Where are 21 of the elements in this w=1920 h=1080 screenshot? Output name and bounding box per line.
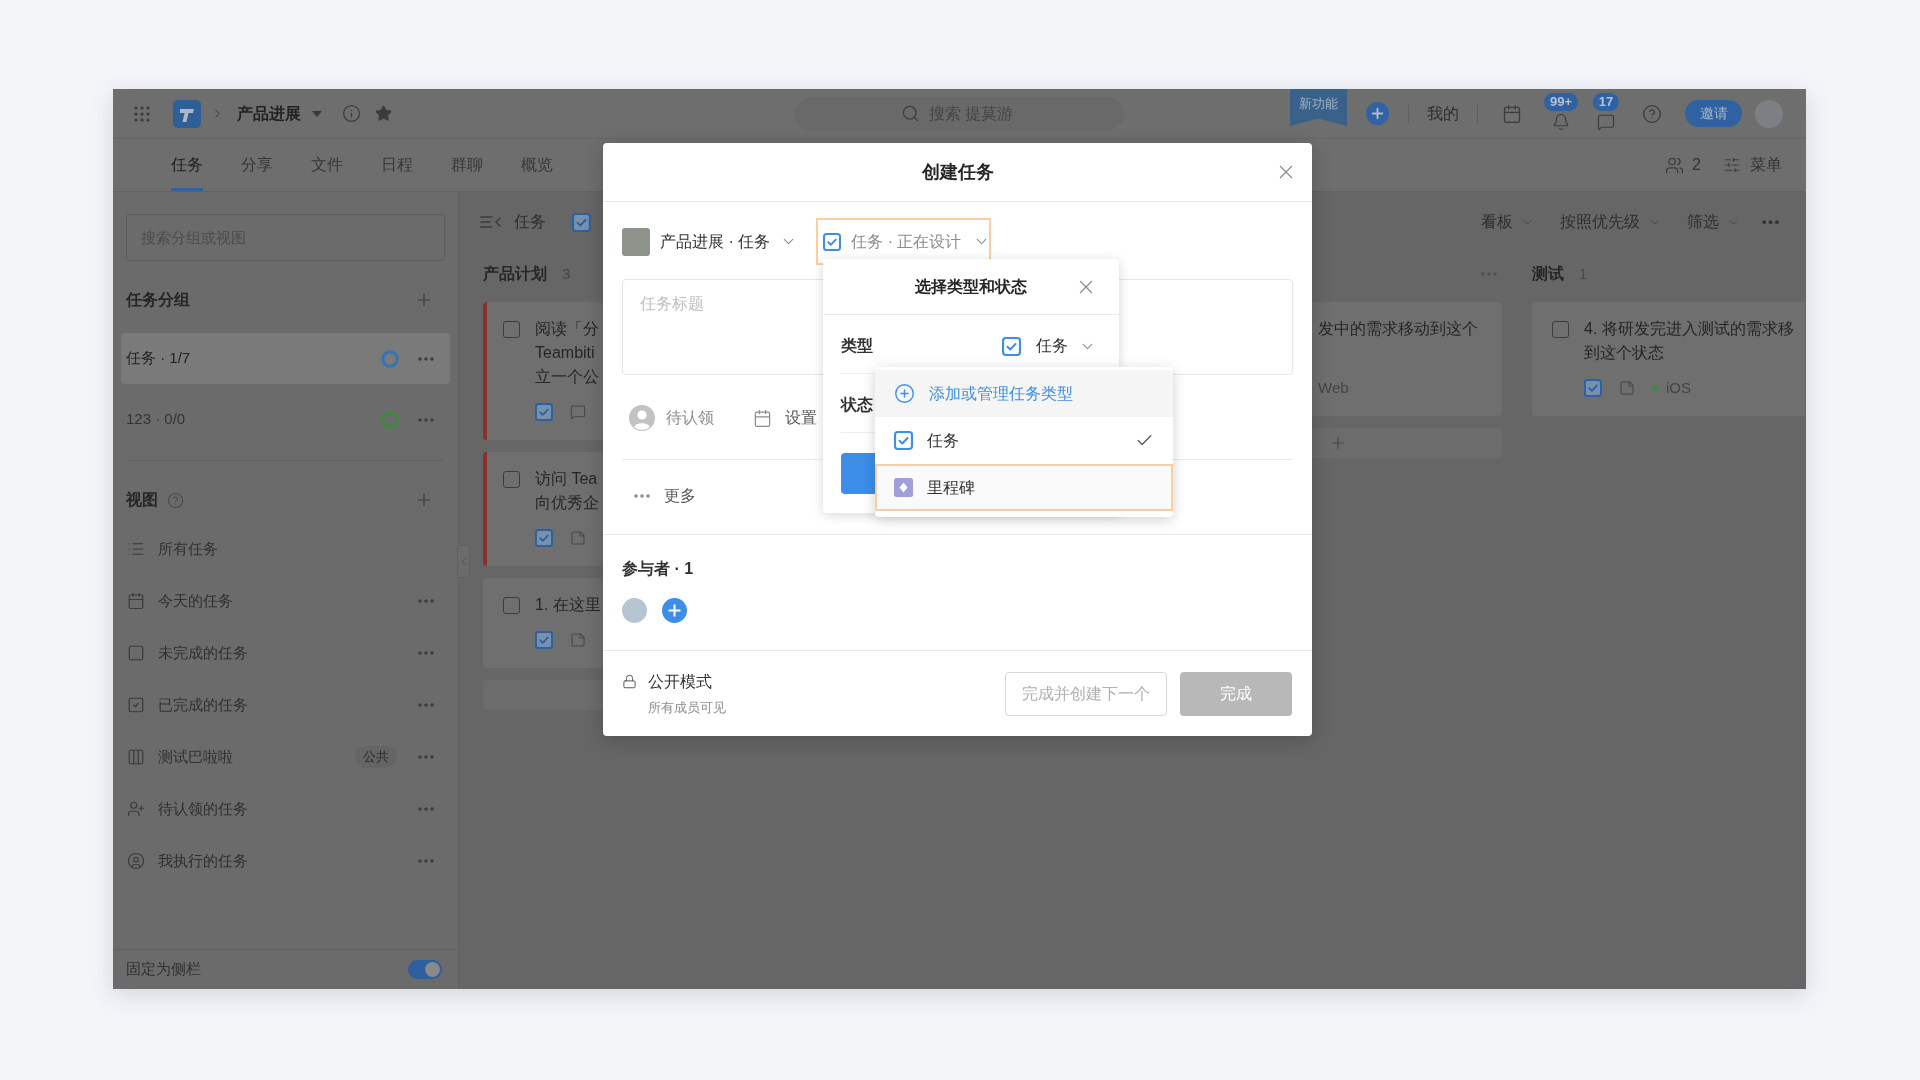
board-title: 任务 — [514, 212, 546, 232]
section-title: 视图 — [126, 490, 158, 510]
notification-badge: 17 — [1591, 91, 1621, 112]
column-title: 产品计划 — [483, 264, 547, 284]
column-title: 测试 — [1532, 264, 1564, 284]
notification-badge: 99+ — [1542, 91, 1580, 112]
card-title: 发中的需求移动到这个 — [1318, 319, 1478, 339]
card-title: 阅读「分 Teambiti 立一个公 — [535, 319, 599, 387]
participants-title: 参与者 · 1 — [622, 559, 695, 579]
popover-title: 选择类型和状态 — [915, 276, 1027, 297]
card-title: 访问 Tea 向优秀企 — [535, 469, 599, 513]
section-title: 任务分组 — [126, 290, 190, 310]
pin-label: 固定为侧栏 — [126, 959, 201, 980]
public-badge: 公共 — [355, 746, 397, 768]
visibility-title: 公开模式 — [648, 671, 712, 692]
field-label: 状态 — [841, 395, 873, 415]
card-title: 1. 在这里 — [535, 595, 601, 615]
field-label: 类型 — [841, 336, 873, 356]
visibility-note: 所有成员可见 — [647, 698, 726, 717]
dialog-title: 创建任务 — [921, 160, 994, 184]
card-title: 4. 将研发完进入测试的需求移 到这个状态 — [1584, 319, 1794, 363]
